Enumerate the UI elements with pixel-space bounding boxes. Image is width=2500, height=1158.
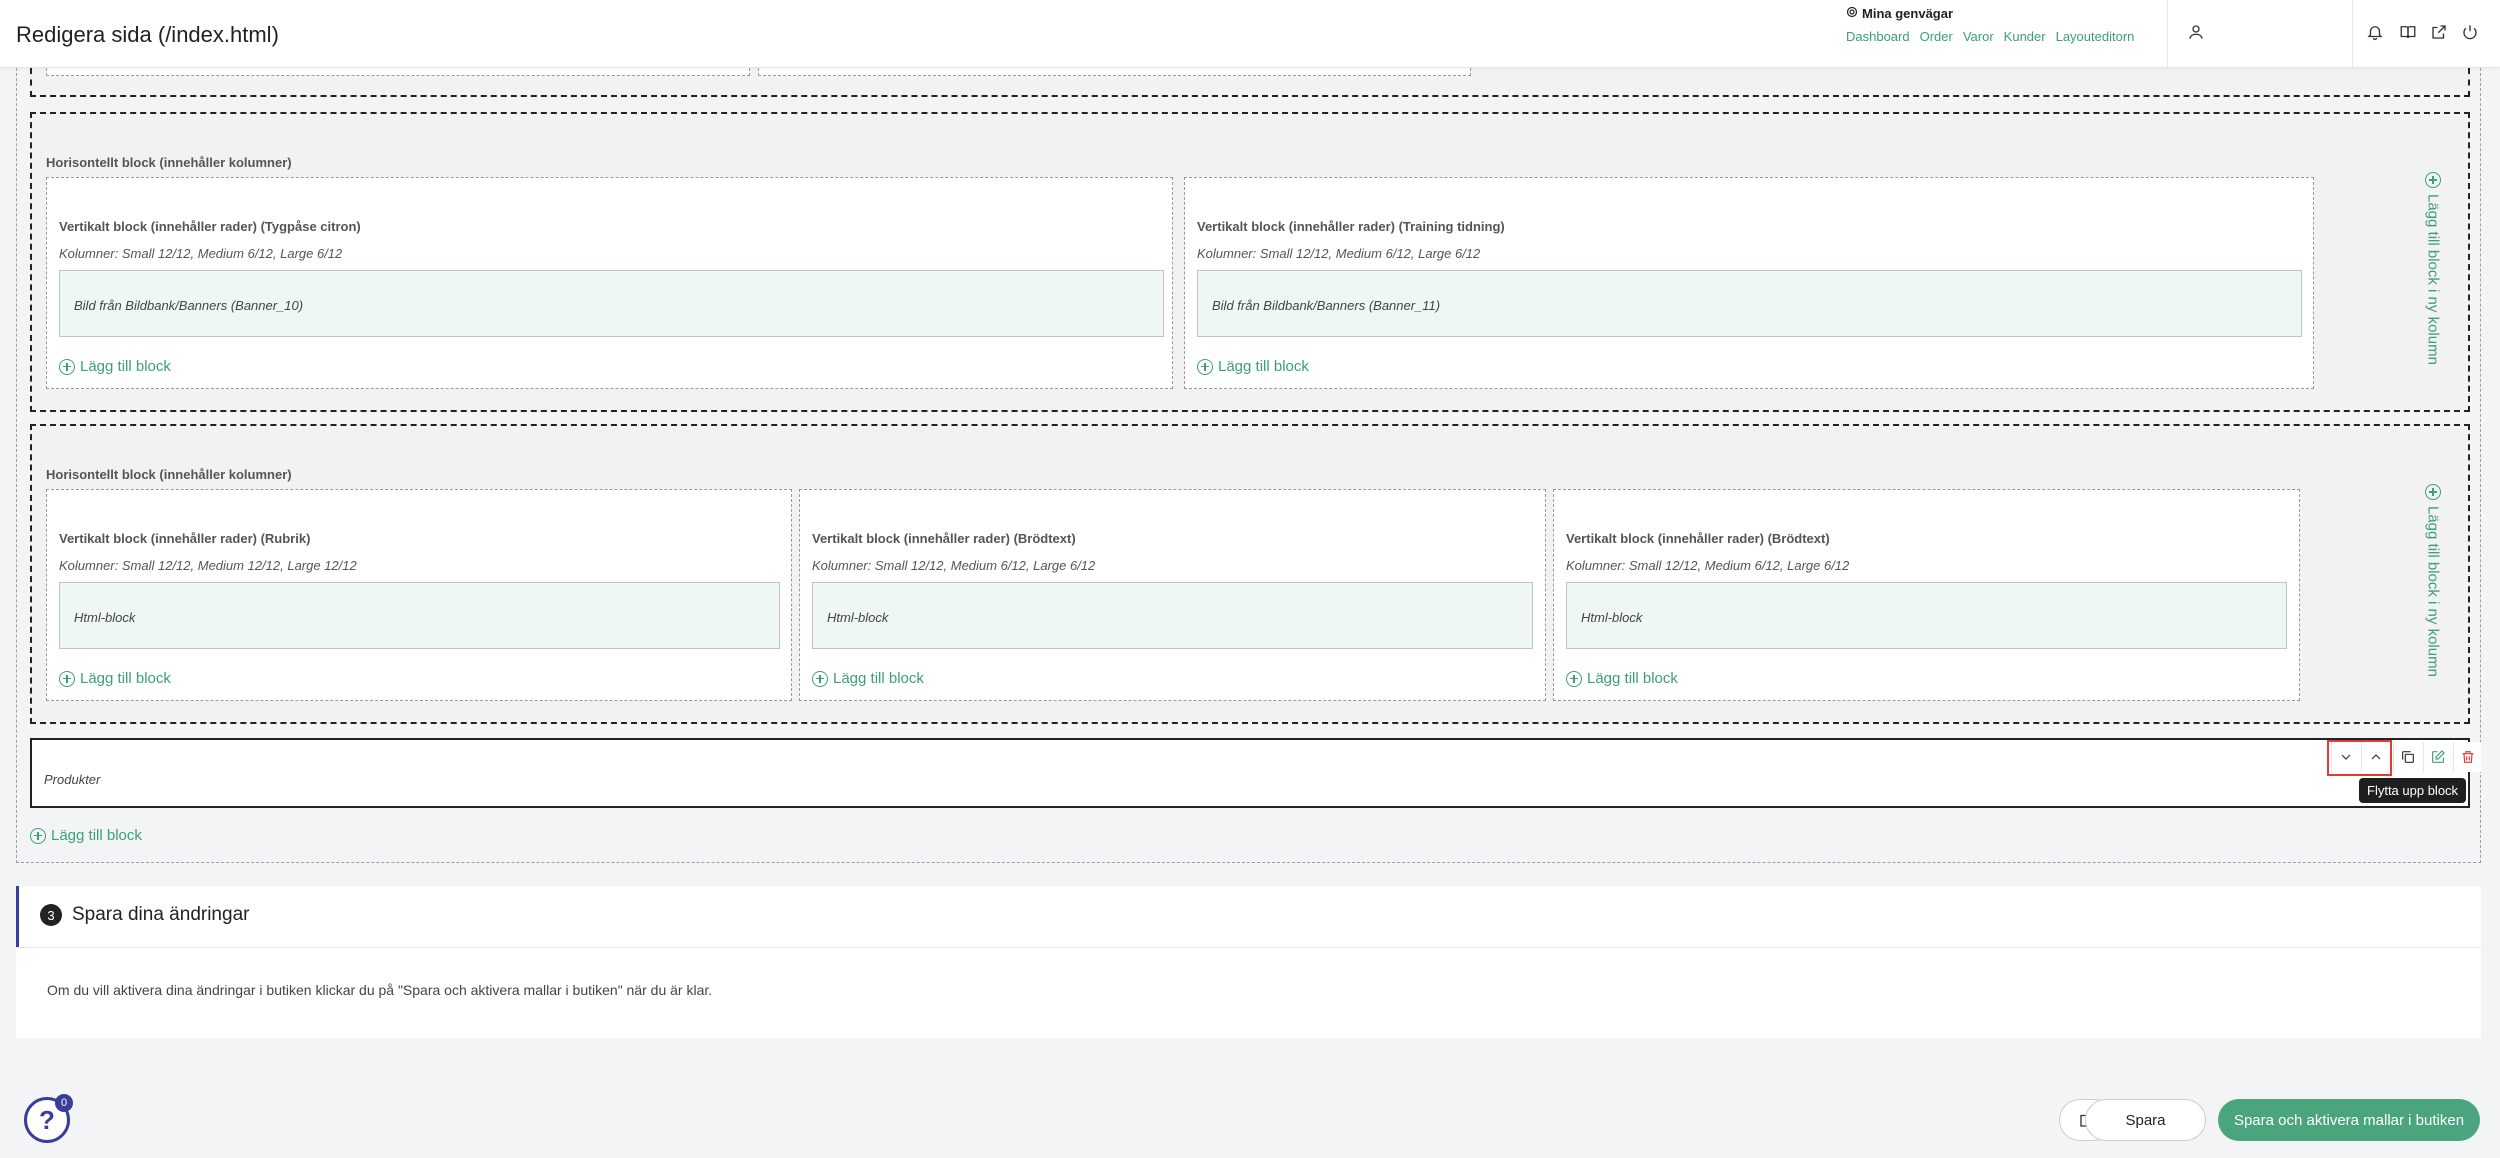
user-icon[interactable] — [2186, 22, 2206, 42]
page-title: Redigera sida (/index.html) — [16, 22, 279, 47]
html-block[interactable]: Html-block — [59, 582, 780, 649]
shortcuts-panel: Mina genvägar Dashboard Order Varor Kund… — [1846, 6, 2134, 44]
move-down-button[interactable] — [2331, 742, 2359, 772]
save-instructions: Om du vill aktivera dina ändringar i but… — [47, 982, 713, 998]
shortcut-link-order[interactable]: Order — [1920, 29, 1953, 44]
chevron-up-icon — [2371, 754, 2380, 760]
chevron-down-icon — [2341, 754, 2350, 760]
horizontal-block-title: Horisontellt block (innehåller kolumner) — [46, 467, 292, 482]
vertical-block-title: Vertikalt block (innehåller rader) (Bröd… — [1566, 531, 1830, 546]
book-icon[interactable] — [2398, 22, 2418, 42]
shortcut-link-varor[interactable]: Varor — [1963, 29, 1994, 44]
block-label: Bild från Bildbank/Banners (Banner_10) — [74, 298, 304, 313]
add-block-new-column-button[interactable]: Lägg till block i ny kolumn — [2418, 484, 2448, 677]
shortcut-link-dashboard[interactable]: Dashboard — [1846, 29, 1910, 44]
add-block-button[interactable]: Lägg till block — [812, 670, 924, 687]
image-block[interactable]: Bild från Bildbank/Banners (Banner_10) — [59, 270, 1164, 337]
plus-circle-icon — [59, 670, 75, 687]
save-section-title: Spara dina ändringar — [72, 904, 250, 925]
add-block-new-column-button[interactable]: Lägg till block i ny kolumn — [2418, 172, 2448, 365]
shortcuts-title: Mina genvägar — [1862, 6, 1954, 21]
layout-editor-canvas: Horisontellt block (innehåller kolumner)… — [16, 68, 2481, 863]
block-label: Html-block — [827, 610, 889, 625]
add-block-button[interactable]: Lägg till block — [30, 827, 142, 844]
vertical-block-title: Vertikalt block (innehåller rader) (Bröd… — [812, 531, 1076, 546]
vertical-block[interactable]: Vertikalt block (innehåller rader) (Bröd… — [799, 489, 1546, 701]
vertical-block[interactable]: Vertikalt block (innehåller rader) (Bröd… — [1553, 489, 2300, 701]
plus-circle-icon — [2425, 484, 2441, 500]
edit-block-button[interactable] — [2423, 742, 2451, 772]
vertical-block-columns: Kolumner: Small 12/12, Medium 12/12, Lar… — [59, 558, 357, 573]
vertical-block-columns: Kolumner: Small 12/12, Medium 6/12, Larg… — [812, 558, 1096, 573]
vertical-block[interactable]: Vertikalt block (innehåller rader) (Trai… — [1184, 177, 2314, 389]
vertical-block[interactable]: Vertikalt block (innehåller rader) (Tygp… — [46, 177, 1173, 389]
external-link-icon[interactable] — [2429, 22, 2449, 42]
add-block-button[interactable]: Lägg till block — [1197, 358, 1309, 375]
header-divider — [2167, 0, 2168, 68]
block-label: Bild från Bildbank/Banners (Banner_11) — [1212, 298, 1441, 313]
step-badge: 3 — [40, 904, 62, 926]
plus-circle-icon — [1566, 670, 1582, 687]
plus-circle-icon — [1197, 358, 1213, 375]
plus-circle-icon — [812, 670, 828, 687]
vertical-block-columns: Kolumner: Small 12/12, Medium 6/12, Larg… — [1566, 558, 1850, 573]
plus-circle-icon — [30, 827, 46, 844]
gear-icon — [1846, 6, 1858, 21]
horizontal-block-title: Horisontellt block (innehåller kolumner) — [46, 155, 292, 170]
add-block-button[interactable]: Lägg till block — [59, 358, 171, 375]
horizontal-block[interactable]: Horisontellt block (innehåller kolumner)… — [30, 112, 2470, 412]
plus-circle-icon — [2425, 172, 2441, 188]
vertical-block[interactable]: Vertikalt block (innehåller rader) (Rubr… — [46, 489, 792, 701]
add-block-button[interactable]: Lägg till block — [59, 670, 171, 687]
shortcut-link-kunder[interactable]: Kunder — [2004, 29, 2046, 44]
save-and-activate-button[interactable]: Spara och aktivera mallar i butiken — [2218, 1099, 2480, 1141]
add-block-button[interactable]: Lägg till block — [1566, 670, 1678, 687]
html-block[interactable]: Html-block — [812, 582, 1533, 649]
top-header: Redigera sida (/index.html) Mina genväga… — [0, 0, 2500, 68]
copy-block-button[interactable] — [2393, 742, 2421, 772]
notification-badge: 0 — [55, 1094, 73, 1112]
block-label: Produkter — [44, 772, 101, 787]
vertical-block-title: Vertikalt block (innehåller rader) (Trai… — [1197, 219, 1505, 234]
vertical-block-columns: Kolumner: Small 12/12, Medium 6/12, Larg… — [1197, 246, 1481, 261]
horizontal-block[interactable]: Horisontellt block (innehåller kolumner)… — [30, 424, 2470, 724]
question-icon: ? — [39, 1104, 55, 1135]
edit-icon — [2431, 750, 2445, 763]
save-section: 3 Spara dina ändringar Om du vill aktive… — [16, 886, 2481, 1038]
html-block[interactable]: Html-block — [1566, 582, 2287, 649]
power-icon[interactable] — [2460, 22, 2480, 42]
produkter-block[interactable]: Produkter Flytta upp block — [30, 738, 2481, 808]
bell-icon[interactable] — [2365, 22, 2385, 42]
tooltip: Flytta upp block — [2359, 778, 2467, 803]
shortcut-link-layouteditorn[interactable]: Layouteditorn — [2056, 29, 2135, 44]
vertical-block-title: Vertikalt block (innehåller rader) (Rubr… — [59, 531, 311, 546]
image-block[interactable]: Bild från Bildbank/Banners (Banner_11) — [1197, 270, 2302, 337]
horizontal-block-partial — [30, 68, 2470, 97]
copy-icon — [2401, 751, 2414, 763]
delete-block-button[interactable] — [2453, 742, 2481, 772]
save-button[interactable]: Spara — [2085, 1099, 2206, 1141]
header-divider — [2352, 0, 2353, 68]
help-button[interactable]: ? 0 — [24, 1094, 73, 1143]
trash-icon — [2462, 751, 2473, 763]
block-label: Html-block — [74, 610, 136, 625]
vertical-block-columns: Kolumner: Small 12/12, Medium 6/12, Larg… — [59, 246, 343, 261]
block-label: Html-block — [1581, 610, 1643, 625]
move-up-button[interactable] — [2361, 742, 2389, 772]
vertical-block-title: Vertikalt block (innehåller rader) (Tygp… — [59, 219, 361, 234]
plus-circle-icon — [59, 358, 75, 375]
